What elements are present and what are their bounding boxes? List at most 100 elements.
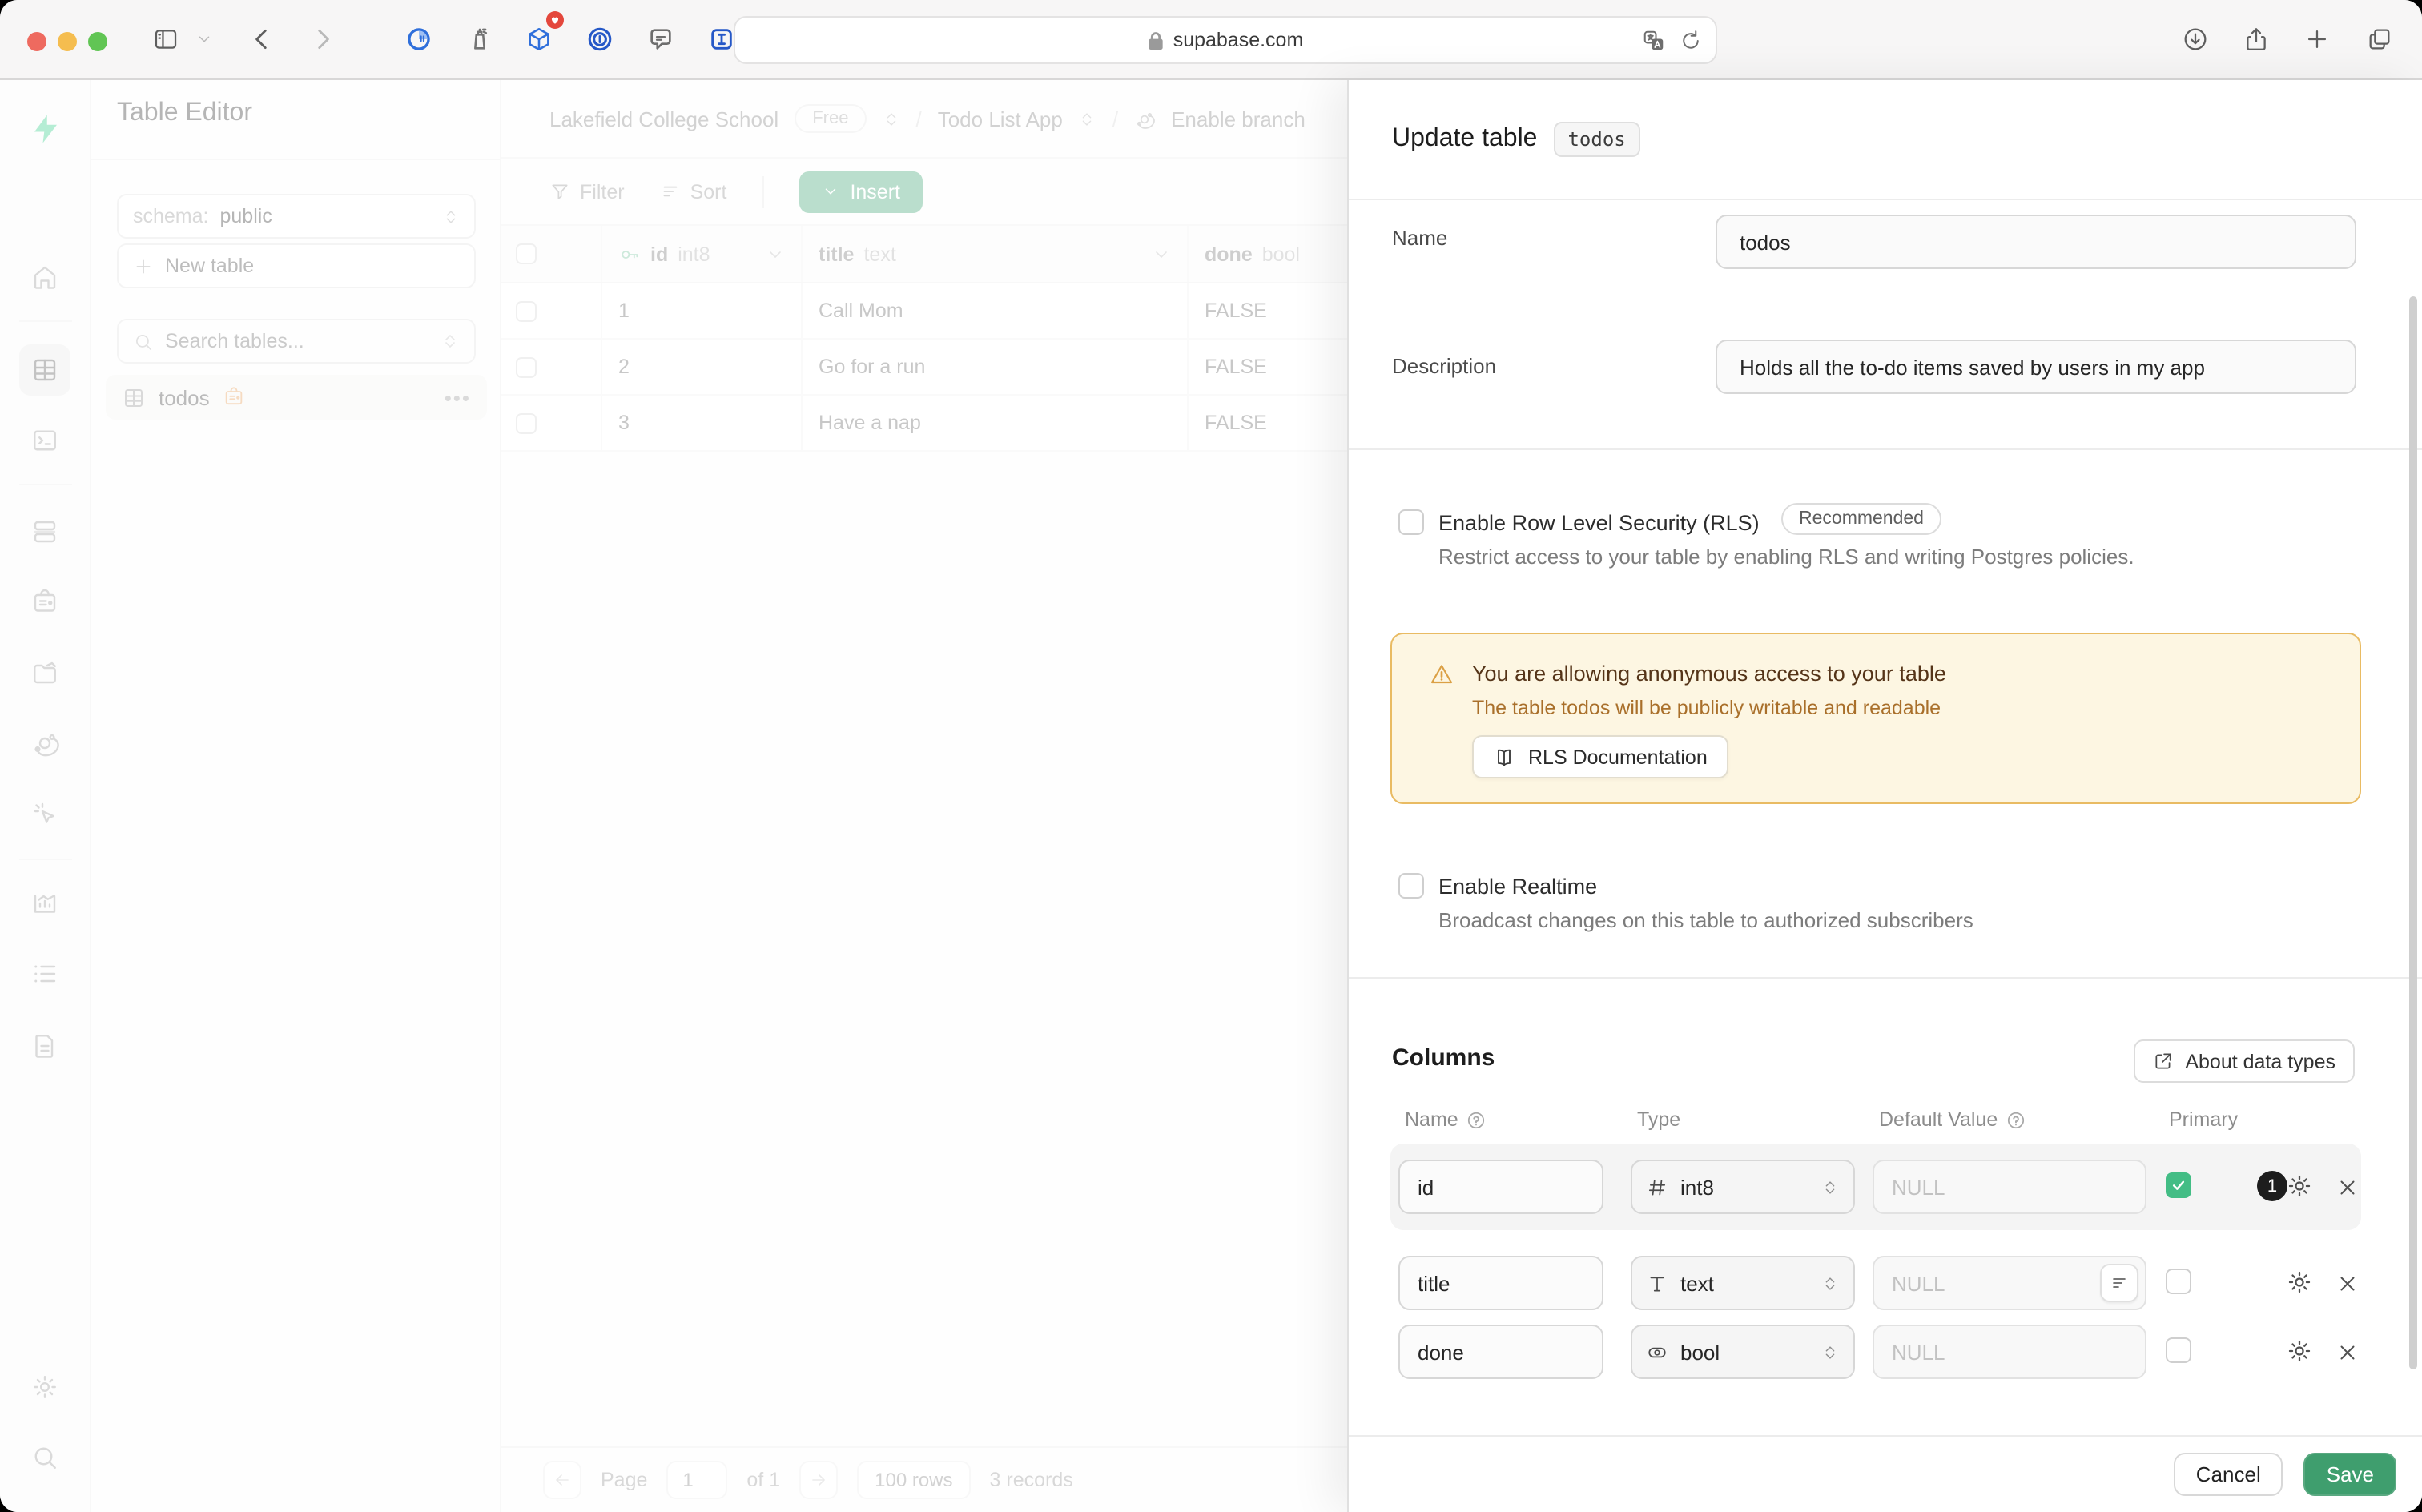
- row-checkbox[interactable]: [516, 356, 537, 377]
- breadcrumb-separator: /: [915, 107, 921, 131]
- column-header-done[interactable]: done bool: [1189, 226, 1347, 282]
- back-button[interactable]: [243, 21, 279, 56]
- table-row[interactable]: 3 Have a nap FALSE: [501, 396, 1347, 452]
- column-name-input[interactable]: [1398, 1160, 1603, 1214]
- rail-docs-icon[interactable]: [19, 1020, 70, 1072]
- share-button[interactable]: [2238, 21, 2273, 56]
- grid-toolbar: Filter Sort Insert: [501, 159, 1347, 226]
- chevron-up-down-icon[interactable]: [1079, 110, 1096, 127]
- row-checkbox[interactable]: [516, 412, 537, 433]
- help-icon[interactable]: [1466, 1109, 1487, 1130]
- project-name[interactable]: Todo List App: [938, 107, 1063, 131]
- column-header-title[interactable]: title text: [803, 226, 1189, 282]
- table-row[interactable]: 1 Call Mom FALSE: [501, 284, 1347, 340]
- chevron-down-icon[interactable]: [192, 21, 215, 56]
- rail-reports-icon[interactable]: [19, 878, 70, 929]
- speech-extension-icon[interactable]: [642, 21, 678, 56]
- remove-column-icon[interactable]: [2336, 1272, 2360, 1296]
- new-tab-button[interactable]: [2299, 21, 2334, 56]
- schema-label: schema:: [133, 205, 209, 227]
- spray-extension-icon[interactable]: [461, 21, 497, 56]
- filter-button[interactable]: Filter: [549, 180, 625, 203]
- rail-home-icon[interactable]: [19, 251, 70, 303]
- collapse-icon[interactable]: [441, 332, 460, 351]
- sidebar-table-item-todos[interactable]: todos •••: [106, 375, 487, 420]
- column-name-input[interactable]: [1398, 1256, 1603, 1310]
- insert-button[interactable]: Insert: [799, 171, 923, 212]
- rls-checkbox[interactable]: [1398, 509, 1424, 535]
- panel-scrollbar[interactable]: [2409, 296, 2417, 1369]
- rail-table-editor-icon[interactable]: [19, 344, 70, 396]
- reload-icon[interactable]: [1679, 29, 1703, 53]
- table-row[interactable]: 2 Go for a run FALSE: [501, 340, 1347, 396]
- rail-logs-icon[interactable]: [19, 948, 70, 999]
- default-value-options-button[interactable]: [2100, 1264, 2138, 1302]
- cell-done: FALSE: [1205, 300, 1267, 322]
- translate-icon[interactable]: [1642, 29, 1666, 53]
- table-description-input[interactable]: [1716, 340, 2356, 394]
- package-heart-extension-icon[interactable]: [521, 21, 556, 56]
- pie-extension-icon[interactable]: [400, 21, 436, 56]
- column-default-input[interactable]: [1873, 1325, 2146, 1379]
- column-type-select[interactable]: text: [1631, 1256, 1855, 1310]
- rls-documentation-button[interactable]: RLS Documentation: [1472, 735, 1728, 778]
- table-name: todos: [159, 385, 210, 409]
- previous-page-button[interactable]: [543, 1461, 581, 1499]
- org-name[interactable]: Lakefield College School: [549, 107, 778, 131]
- select-all-checkbox[interactable]: [516, 243, 537, 264]
- forward-button[interactable]: [304, 21, 340, 56]
- chevron-up-down-icon[interactable]: [882, 110, 899, 127]
- row-checkbox[interactable]: [516, 300, 537, 321]
- rail-realtime-icon[interactable]: [19, 788, 70, 839]
- one-password-extension-icon[interactable]: [581, 21, 617, 56]
- supabase-logo-icon[interactable]: [19, 103, 70, 154]
- help-icon[interactable]: [2006, 1109, 2026, 1130]
- table-item-menu-button[interactable]: •••: [445, 385, 471, 409]
- chevron-down-icon[interactable]: [766, 244, 785, 263]
- column-settings-gear-icon[interactable]: [2286, 1269, 2313, 1296]
- address-bar[interactable]: supabase.com: [734, 16, 1717, 64]
- rail-edge-functions-icon[interactable]: [19, 718, 70, 769]
- chevron-down-icon[interactable]: [1152, 244, 1171, 263]
- close-window-button[interactable]: [27, 32, 46, 51]
- enable-branch-button[interactable]: Enable branch: [1171, 107, 1306, 131]
- page-number-input[interactable]: [666, 1461, 727, 1499]
- column-default-input[interactable]: [1873, 1160, 2146, 1214]
- rows-per-page-button[interactable]: 100 rows: [857, 1461, 970, 1499]
- column-settings-gear-icon[interactable]: [2286, 1337, 2313, 1365]
- rail-search-icon[interactable]: [19, 1432, 70, 1483]
- next-page-button[interactable]: [799, 1461, 838, 1499]
- zoom-window-button[interactable]: [88, 32, 107, 51]
- column-settings-gear-icon[interactable]: [2286, 1172, 2313, 1200]
- column-name-input[interactable]: [1398, 1325, 1603, 1379]
- primary-checkbox[interactable]: [2166, 1269, 2191, 1294]
- cancel-button[interactable]: Cancel: [2174, 1453, 2283, 1496]
- rail-storage-icon[interactable]: [19, 647, 70, 698]
- realtime-checkbox[interactable]: [1398, 873, 1424, 899]
- search-tables-field[interactable]: [165, 330, 429, 352]
- rail-settings-icon[interactable]: [19, 1361, 70, 1413]
- schema-select[interactable]: schema: public: [117, 194, 476, 239]
- column-type-select[interactable]: int8: [1631, 1160, 1855, 1214]
- rail-database-icon[interactable]: [19, 506, 70, 557]
- column-type-select[interactable]: bool: [1631, 1325, 1855, 1379]
- rail-auth-icon[interactable]: [19, 577, 70, 628]
- table-name-input[interactable]: [1716, 215, 2356, 269]
- column-header-id[interactable]: id int8: [602, 226, 803, 282]
- rail-sql-editor-icon[interactable]: [19, 415, 70, 466]
- remove-column-icon[interactable]: [2336, 1176, 2360, 1200]
- hash-icon: [1647, 1176, 1668, 1197]
- sort-button[interactable]: Sort: [660, 180, 727, 203]
- search-tables-input[interactable]: [117, 319, 476, 364]
- about-data-types-button[interactable]: About data types: [2134, 1040, 2355, 1083]
- downloads-button[interactable]: [2177, 21, 2212, 56]
- save-button[interactable]: Save: [2304, 1453, 2396, 1496]
- sidebar-toggle-icon[interactable]: [147, 21, 183, 56]
- minimize-window-button[interactable]: [58, 32, 77, 51]
- remove-column-icon[interactable]: [2336, 1341, 2360, 1365]
- primary-checkbox[interactable]: [2166, 1172, 2191, 1198]
- primary-checkbox[interactable]: [2166, 1337, 2191, 1363]
- table-name-badge: todos: [1553, 122, 1639, 157]
- new-table-button[interactable]: New table: [117, 243, 476, 288]
- tab-overview-button[interactable]: [2361, 21, 2396, 56]
